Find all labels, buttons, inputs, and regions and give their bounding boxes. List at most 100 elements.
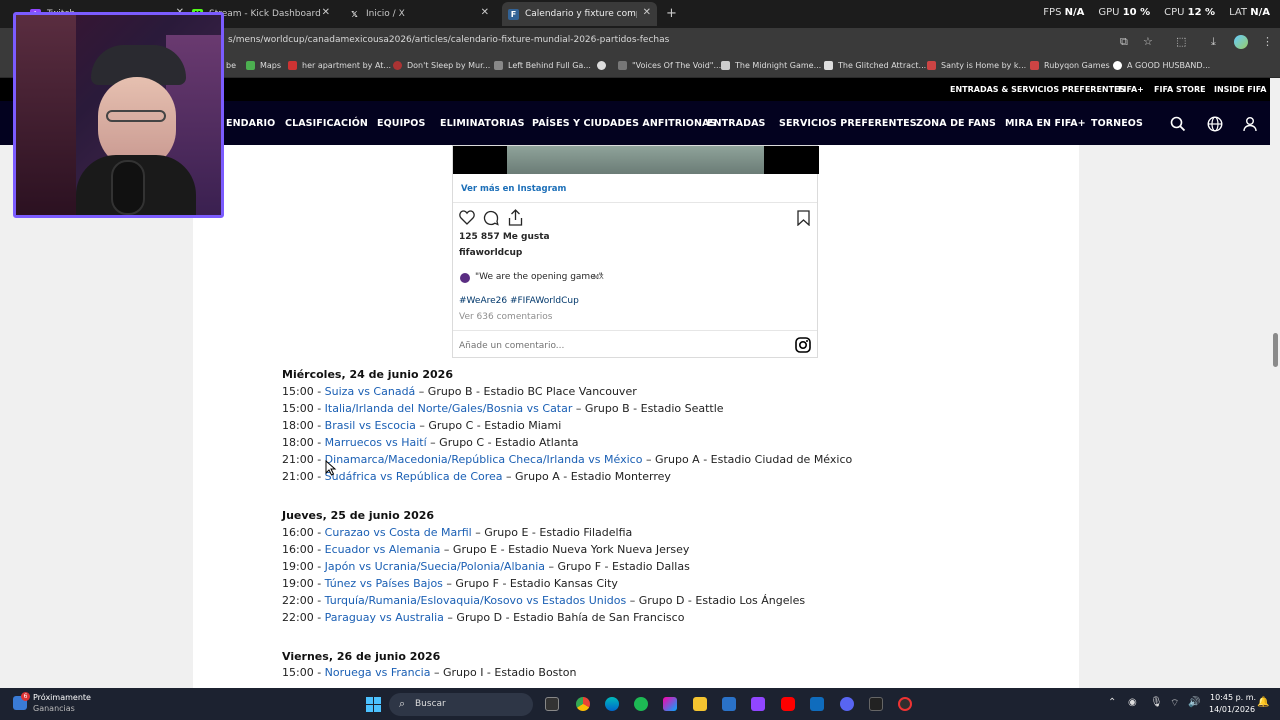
- file-explorer-icon[interactable]: [693, 697, 707, 711]
- nav-tournaments[interactable]: TORNEOS: [1091, 118, 1143, 129]
- match-link[interactable]: Túnez vs Países Bajos: [325, 577, 443, 590]
- instagram-image[interactable]: [453, 146, 819, 174]
- bookmark-item[interactable]: [597, 61, 611, 70]
- extensions-icon[interactable]: ⬚: [1176, 35, 1186, 48]
- install-icon[interactable]: ⧉: [1120, 35, 1128, 49]
- wifi-icon[interactable]: ⌔: [1170, 697, 1179, 710]
- top-link-inside-fifa[interactable]: INSIDE FIFA: [1214, 85, 1266, 94]
- nav-teams[interactable]: EQUIPOS: [377, 118, 425, 129]
- youtube-icon[interactable]: [781, 697, 795, 711]
- scrollbar-track[interactable]: [1270, 78, 1280, 688]
- nav-qualifiers[interactable]: ELIMINATORIAS: [440, 118, 525, 129]
- bookmark-item[interactable]: be: [226, 61, 236, 70]
- bookmark-item[interactable]: Rubyqon Games: [1030, 61, 1110, 70]
- bookmark-item[interactable]: A GOOD HUSBAND...: [1113, 61, 1210, 70]
- edge-icon[interactable]: [605, 697, 619, 711]
- task-view-icon[interactable]: [545, 697, 559, 711]
- star-icon[interactable]: ☆: [1143, 35, 1153, 48]
- top-link-store[interactable]: FIFA STORE: [1154, 85, 1206, 94]
- outlook-icon[interactable]: [810, 697, 824, 711]
- microphone-icon[interactable]: 🎙: [1150, 697, 1163, 708]
- hashtags[interactable]: #WeAre26 #FIFAWorldCup: [459, 296, 579, 306]
- globe-icon[interactable]: [1207, 116, 1223, 132]
- scrollbar-thumb[interactable]: [1273, 333, 1278, 367]
- match-row: 15:00 - Suiza vs Canadá – Grupo B - Esta…: [282, 385, 637, 398]
- clock-date[interactable]: 14/01/2026: [1209, 705, 1255, 714]
- view-more-instagram-link[interactable]: Ver más en Instagram: [461, 184, 566, 194]
- nav-fan-zone[interactable]: ZONA DE FANS: [916, 118, 996, 129]
- profile-avatar[interactable]: [1234, 35, 1248, 49]
- match-link[interactable]: Marruecos vs Haití: [325, 436, 427, 449]
- match-link[interactable]: Dinamarca/Macedonia/República Checa/Irla…: [325, 453, 643, 466]
- chrome-icon[interactable]: [576, 697, 590, 711]
- user-icon[interactable]: [1242, 116, 1258, 132]
- share-icon[interactable]: [508, 209, 523, 226]
- menu-icon[interactable]: ⋮: [1262, 35, 1273, 48]
- nav-host-cities[interactable]: PAÍSES Y CIUDADES ANFITRIONAS: [532, 118, 716, 129]
- bookmark-item[interactable]: Maps: [246, 61, 281, 70]
- download-icon[interactable]: ⤓: [1211, 35, 1216, 49]
- close-icon[interactable]: ✕: [643, 7, 651, 18]
- heart-icon[interactable]: [459, 210, 475, 225]
- match-link[interactable]: Curazao vs Costa de Marfil: [325, 526, 472, 539]
- close-icon[interactable]: ✕: [481, 7, 489, 18]
- network-icon[interactable]: ◉: [1128, 697, 1137, 708]
- nav-tickets[interactable]: ENTRADAS: [707, 118, 765, 129]
- obs-icon[interactable]: [898, 697, 912, 711]
- match-link[interactable]: Paraguay vs Australia: [325, 611, 444, 624]
- start-icon[interactable]: [366, 697, 382, 713]
- close-icon[interactable]: ✕: [322, 7, 330, 18]
- bookmark-item[interactable]: The Glitched Attract...: [824, 61, 926, 70]
- discord-icon[interactable]: [840, 697, 854, 711]
- bookmark-item[interactable]: Left Behind Full Ga...: [494, 61, 591, 70]
- match-link[interactable]: Japón vs Ucrania/Suecia/Polonia/Albania: [325, 560, 545, 573]
- twitch-app-icon[interactable]: [751, 697, 765, 711]
- comment-input[interactable]: Añade un comentario...: [459, 341, 564, 351]
- tab-fifa-calendar[interactable]: F Calendario y fixture completo d ✕: [502, 2, 657, 26]
- nav-standings[interactable]: CLASIFICACIÓN: [285, 118, 368, 129]
- match-link[interactable]: Turquía/Rumania/Eslovaquia/Kosovo vs Est…: [325, 594, 627, 607]
- copilot-icon[interactable]: [663, 697, 677, 711]
- nav-watch-fifa-plus[interactable]: MIRA EN FIFA+: [1005, 118, 1086, 129]
- store-icon[interactable]: [722, 697, 736, 711]
- top-link-fifa-plus[interactable]: FIFA+: [1118, 85, 1144, 94]
- match-link[interactable]: Brasil vs Escocia: [325, 419, 416, 432]
- account-name[interactable]: fifaworldcup: [459, 248, 522, 258]
- globe-icon: [597, 61, 606, 70]
- search-icon[interactable]: [1170, 116, 1186, 132]
- mexico-flag: MX: [593, 273, 604, 281]
- globe-emoji-icon: [460, 273, 470, 283]
- nav-preferred-services[interactable]: SERVICIOS PREFERENTES: [779, 118, 917, 129]
- new-tab-button[interactable]: +: [666, 6, 677, 21]
- match-link[interactable]: Suiza vs Canadá: [325, 385, 416, 398]
- match-link[interactable]: Italia/Irlanda del Norte/Gales/Bosnia vs…: [325, 402, 573, 415]
- nav-calendar[interactable]: ENDARIO: [226, 118, 275, 129]
- bookmark-item[interactable]: Santy is Home by k...: [927, 61, 1026, 70]
- bookmark-item[interactable]: "Voices Of The Void"...: [618, 61, 721, 70]
- x-logo-icon: 𝕏: [351, 9, 358, 19]
- terminal-icon[interactable]: [869, 697, 883, 711]
- bookmark-item[interactable]: her apartment by At...: [288, 61, 391, 70]
- widget-title[interactable]: Próximamente: [33, 693, 91, 702]
- tab-x[interactable]: 𝕏 Inicio / X ✕: [343, 4, 495, 24]
- bookmark-item[interactable]: Don't Sleep by Mur...: [393, 61, 490, 70]
- match-row: 22:00 - Turquía/Rumania/Eslovaquia/Kosov…: [282, 594, 806, 607]
- google-icon: [1113, 61, 1122, 70]
- clock-time[interactable]: 10:45 p. m.: [1210, 693, 1256, 702]
- notification-bell-icon[interactable]: 🔔: [1257, 697, 1269, 708]
- likes-count: 125 857 Me gusta: [459, 232, 550, 242]
- url-text[interactable]: s/mens/worldcup/canadamexicousa2026/arti…: [228, 35, 669, 45]
- chevron-up-icon[interactable]: ⌃: [1108, 697, 1116, 708]
- match-link[interactable]: Sudáfrica vs República de Corea: [325, 470, 503, 483]
- match-link[interactable]: Noruega vs Francia: [325, 666, 431, 679]
- top-link-tickets[interactable]: ENTRADAS & SERVICIOS PREFERENTES: [950, 85, 1125, 94]
- volume-icon[interactable]: 🔊: [1188, 697, 1200, 708]
- match-link[interactable]: Ecuador vs Alemania: [325, 543, 441, 556]
- comment-icon[interactable]: [483, 210, 499, 226]
- bookmark-item[interactable]: The Midnight Game...: [721, 61, 821, 70]
- search-box[interactable]: ⌕ Buscar: [389, 693, 533, 716]
- instagram-logo-icon[interactable]: [795, 337, 811, 353]
- bookmark-icon[interactable]: [797, 210, 810, 226]
- spotify-icon[interactable]: [634, 697, 648, 711]
- view-comments-link[interactable]: Ver 636 comentarios: [459, 312, 553, 322]
